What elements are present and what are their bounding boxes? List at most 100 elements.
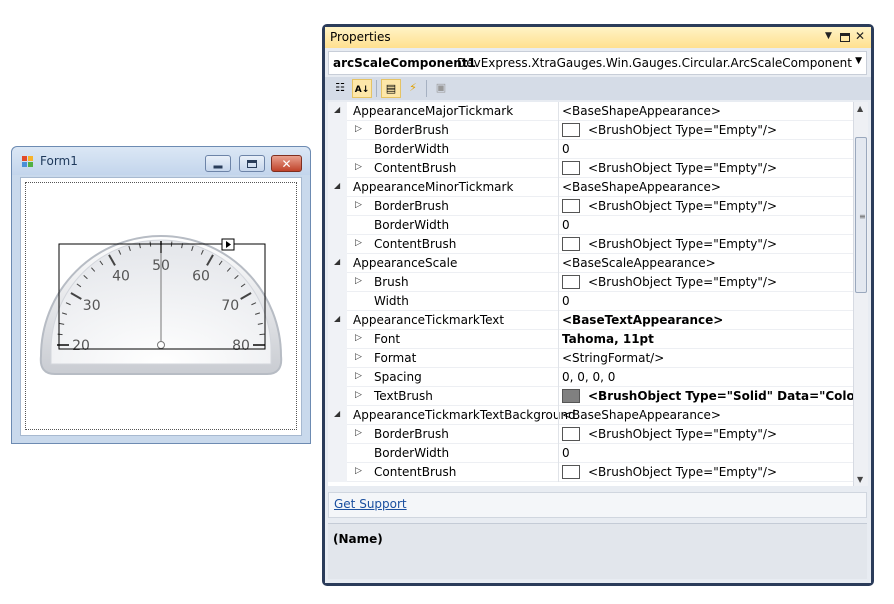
property-value[interactable]: <BrushObject Type="Empty"/> <box>588 123 777 137</box>
property-grid-scrollbar[interactable]: ▲ ≡ ▼ <box>853 102 868 486</box>
arc-scale-gauge[interactable]: 20304050607080 <box>21 178 303 437</box>
property-row[interactable]: ◢ AppearanceMinorTickmark <BaseShapeAppear… <box>328 178 853 197</box>
collapsed-triangle-icon[interactable]: ▷ <box>355 162 362 172</box>
collapsed-triangle-icon[interactable]: ▷ <box>355 200 362 210</box>
properties-window: Properties ▼ ✕ arcScaleComponent1 DevExp… <box>322 24 874 586</box>
property-value[interactable]: <BaseShapeAppearance> <box>562 104 721 118</box>
property-row[interactable]: ▷ Brush <BrushObject Type="Empty"/> <box>328 273 853 292</box>
property-name: AppearanceMinorTickmark <box>353 180 514 194</box>
property-value[interactable]: <BrushObject Type="Empty"/> <box>588 237 777 251</box>
property-name: Spacing <box>374 370 422 384</box>
form1-titlebar[interactable]: Form1 ✕ <box>12 147 310 175</box>
collapsed-triangle-icon[interactable]: ▷ <box>355 352 362 362</box>
form1-window: Form1 ✕ 20 30 40 50 60 70 80 <box>11 146 311 444</box>
property-name: ContentBrush <box>374 237 457 251</box>
property-value[interactable]: <BrushObject Type="Empty"/> <box>588 465 777 479</box>
property-row[interactable]: ▷ Format <StringFormat/> <box>328 349 853 368</box>
expanded-triangle-icon[interactable]: ◢ <box>334 181 340 190</box>
minor-tick <box>259 333 265 336</box>
property-value[interactable]: <BrushObject Type="Empty"/> <box>588 275 777 289</box>
property-value[interactable]: 0 <box>562 294 570 308</box>
scrollbar-thumb[interactable]: ≡ <box>855 137 867 293</box>
property-row[interactable]: BorderWidth 0 <box>328 140 853 159</box>
property-value[interactable]: <BaseScaleAppearance> <box>562 256 716 270</box>
collapsed-triangle-icon[interactable]: ▷ <box>355 124 362 134</box>
get-support-link[interactable]: Get Support <box>334 497 407 511</box>
property-pages-button[interactable]: ▣ <box>431 79 451 98</box>
collapsed-triangle-icon[interactable]: ▷ <box>355 428 362 438</box>
property-row[interactable]: ▷ Font Tahoma, 11pt <box>328 330 853 349</box>
property-row[interactable]: ▷ Spacing 0, 0, 0, 0 <box>328 368 853 387</box>
property-value[interactable]: <BaseTextAppearance> <box>562 313 723 327</box>
property-name: AppearanceScale <box>353 256 458 270</box>
property-row[interactable]: ▷ BorderBrush <BrushObject Type="Empty"/> <box>328 425 853 444</box>
properties-titlebar[interactable]: Properties ▼ ✕ <box>325 27 871 48</box>
property-row[interactable]: BorderWidth 0 <box>328 216 853 235</box>
property-value[interactable]: 0, 0, 0, 0 <box>562 370 615 384</box>
row-gutter <box>328 463 347 482</box>
property-row[interactable]: ▷ TextBrush <BrushObject Type="Solid" Data… <box>328 387 853 406</box>
expanded-triangle-icon[interactable]: ◢ <box>334 314 340 323</box>
property-value[interactable]: <BrushObject Type="Empty"/> <box>588 199 777 213</box>
tick-label: 30 <box>83 298 101 314</box>
expanded-triangle-icon[interactable]: ◢ <box>334 105 340 114</box>
minor-tick <box>57 333 63 336</box>
property-value[interactable]: Tahoma, 11pt <box>562 332 654 346</box>
property-row[interactable]: ◢ AppearanceMajorTickmark <BaseShapeAppear… <box>328 102 853 121</box>
property-value[interactable]: <BrushObject Type="Empty"/> <box>588 427 777 441</box>
close-icon[interactable]: ✕ <box>855 29 865 43</box>
close-button[interactable]: ✕ <box>271 155 302 172</box>
minimize-button[interactable] <box>205 155 231 172</box>
alphabetical-icon: A↓ <box>354 85 370 95</box>
property-value[interactable]: <BrushObject Type="Empty"/> <box>588 161 777 175</box>
chevron-down-icon[interactable]: ▼ <box>855 56 862 66</box>
expanded-triangle-icon[interactable]: ◢ <box>334 409 340 418</box>
collapsed-triangle-icon[interactable]: ▷ <box>355 333 362 343</box>
row-gutter <box>328 387 347 406</box>
property-value[interactable]: <StringFormat/> <box>562 351 664 365</box>
property-value[interactable]: <BaseShapeAppearance> <box>562 180 721 194</box>
property-value[interactable]: <BaseShapeAppearance> <box>562 408 721 422</box>
property-row[interactable]: ◢ AppearanceTickmarkText <BaseTextAppearan… <box>328 311 853 330</box>
collapsed-triangle-icon[interactable]: ▷ <box>355 390 362 400</box>
events-button[interactable]: ⚡ <box>403 79 423 98</box>
collapsed-triangle-icon[interactable]: ▷ <box>355 466 362 476</box>
property-value[interactable]: <BrushObject Type="Solid" Data="Color:Bl… <box>588 389 853 403</box>
property-grid: ◢ AppearanceMajorTickmark <BaseShapeAppear… <box>328 102 853 486</box>
row-gutter <box>328 121 347 140</box>
expanded-triangle-icon[interactable]: ◢ <box>334 257 340 266</box>
categorized-button[interactable]: ☷ <box>330 79 350 98</box>
property-name: Font <box>374 332 401 346</box>
smart-tag-arrow-icon[interactable] <box>221 238 235 251</box>
property-row[interactable]: ▷ ContentBrush <BrushObject Type="Empty"/> <box>328 463 853 482</box>
object-selector[interactable]: arcScaleComponent1 DevExpress.XtraGauges… <box>328 51 867 75</box>
dropdown-arrow-icon[interactable]: ▼ <box>825 31 832 41</box>
property-row[interactable]: ▷ ContentBrush <BrushObject Type="Empty"/> <box>328 235 853 254</box>
color-swatch <box>562 389 580 403</box>
property-value[interactable]: 0 <box>562 218 570 232</box>
maximize-icon[interactable] <box>840 33 850 42</box>
commands-pane: Get Support <box>328 492 867 518</box>
collapsed-triangle-icon[interactable]: ▷ <box>355 371 362 381</box>
categorized-icon: ☷ <box>335 81 345 94</box>
collapsed-triangle-icon[interactable]: ▷ <box>355 276 362 286</box>
row-gutter <box>328 235 347 254</box>
property-row[interactable]: ▷ ContentBrush <BrushObject Type="Empty"/> <box>328 159 853 178</box>
property-row[interactable]: ▷ BorderBrush <BrushObject Type="Empty"/> <box>328 197 853 216</box>
scroll-down-icon[interactable]: ▼ <box>857 475 863 484</box>
maximize-button[interactable] <box>239 155 265 172</box>
property-value[interactable]: 0 <box>562 446 570 460</box>
property-row[interactable]: ◢ AppearanceScale <BaseScaleAppearance> <box>328 254 853 273</box>
property-row[interactable]: Width 0 <box>328 292 853 311</box>
property-value[interactable]: 0 <box>562 142 570 156</box>
collapsed-triangle-icon[interactable]: ▷ <box>355 238 362 248</box>
property-name: BorderBrush <box>374 123 449 137</box>
property-row[interactable]: ▷ BorderBrush <BrushObject Type="Empty"/> <box>328 121 853 140</box>
tick-label: 40 <box>112 269 130 285</box>
property-name: BorderBrush <box>374 199 449 213</box>
alphabetical-button[interactable]: A↓ <box>352 79 372 98</box>
scroll-up-icon[interactable]: ▲ <box>857 104 863 113</box>
properties-button[interactable]: ▤ <box>381 79 401 98</box>
property-row[interactable]: ◢ AppearanceTickmarkTextBackground <BaseSh… <box>328 406 853 425</box>
property-row[interactable]: BorderWidth 0 <box>328 444 853 463</box>
